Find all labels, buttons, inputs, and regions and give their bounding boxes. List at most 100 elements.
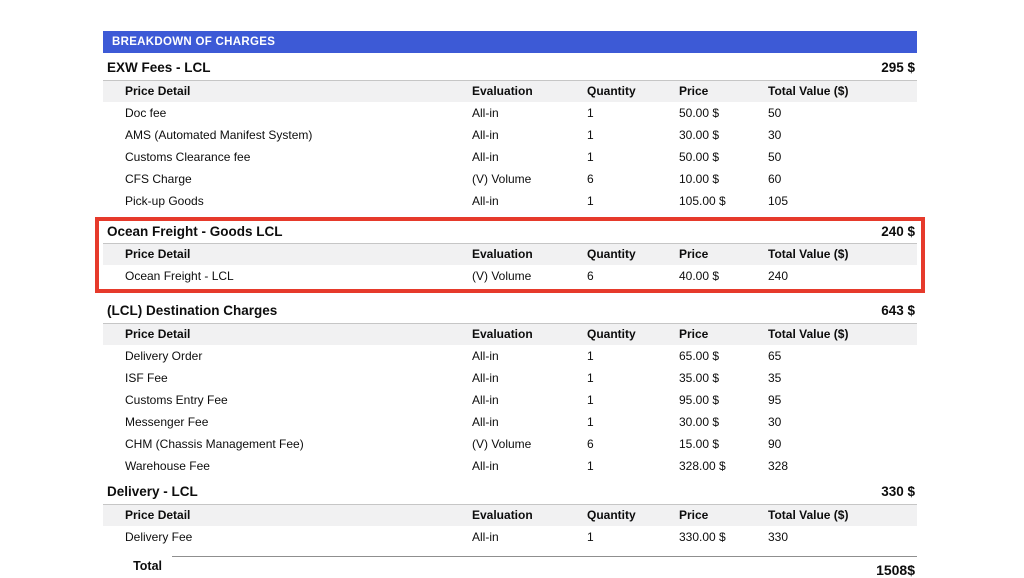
column-header-evaluation: Evaluation	[472, 81, 587, 102]
section-title: EXW Fees - LCL	[107, 60, 211, 75]
section-ocean-freight-goods-lcl: Ocean Freight - Goods LCL 240 $ Price De…	[103, 221, 917, 287]
column-header-row: Price Detail Evaluation Quantity Price T…	[103, 80, 917, 102]
cell-total-value: 240	[768, 265, 917, 287]
cell-evaluation: (V) Volume	[472, 433, 587, 455]
column-header-price: Price	[679, 244, 768, 265]
cell-price-detail: CFS Charge	[103, 168, 472, 190]
column-header-price: Price	[679, 505, 768, 526]
table-row: Warehouse Fee All-in 1 328.00 $ 328	[103, 455, 917, 477]
cell-quantity: 1	[587, 102, 679, 124]
cell-evaluation: All-in	[472, 367, 587, 389]
section-exw-fees-lcl: EXW Fees - LCL 295 $ Price Detail Evalua…	[103, 53, 917, 212]
column-header-quantity: Quantity	[587, 505, 679, 526]
cell-price: 40.00 $	[679, 265, 768, 287]
cell-total-value: 50	[768, 102, 917, 124]
cell-evaluation: All-in	[472, 411, 587, 433]
section-lcl-destination-charges: (LCL) Destination Charges 643 $ Price De…	[103, 296, 917, 477]
cell-evaluation: (V) Volume	[472, 265, 587, 287]
cell-evaluation: All-in	[472, 102, 587, 124]
cell-quantity: 1	[587, 455, 679, 477]
section-title-row: Ocean Freight - Goods LCL 240 $	[103, 221, 917, 243]
table-row: ISF Fee All-in 1 35.00 $ 35	[103, 367, 917, 389]
cell-quantity: 1	[587, 345, 679, 367]
cell-evaluation: All-in	[472, 146, 587, 168]
cell-price-detail: Doc fee	[103, 102, 472, 124]
grand-total-label: Total	[103, 556, 172, 578]
grand-total-rule: 1508$	[172, 556, 917, 578]
section-title: Ocean Freight - Goods LCL	[107, 224, 283, 239]
cell-price: 328.00 $	[679, 455, 768, 477]
table-row: Doc fee All-in 1 50.00 $ 50	[103, 102, 917, 124]
column-header-evaluation: Evaluation	[472, 324, 587, 345]
column-header-total-value: Total Value ($)	[768, 81, 917, 102]
column-header-price-detail: Price Detail	[103, 244, 472, 265]
cell-evaluation: All-in	[472, 190, 587, 212]
column-header-price: Price	[679, 81, 768, 102]
cell-total-value: 330	[768, 526, 917, 548]
section-title-row: Delivery - LCL 330 $	[103, 477, 917, 504]
section-title-row: EXW Fees - LCL 295 $	[103, 53, 917, 80]
cell-price: 35.00 $	[679, 367, 768, 389]
table-row: CHM (Chassis Management Fee) (V) Volume …	[103, 433, 917, 455]
cell-evaluation: All-in	[472, 455, 587, 477]
column-header-evaluation: Evaluation	[472, 244, 587, 265]
table-row: Pick-up Goods All-in 1 105.00 $ 105	[103, 190, 917, 212]
cell-evaluation: All-in	[472, 389, 587, 411]
grand-total-row: Total 1508$	[103, 556, 917, 578]
cell-total-value: 50	[768, 146, 917, 168]
column-header-row: Price Detail Evaluation Quantity Price T…	[103, 504, 917, 526]
table-row: Delivery Order All-in 1 65.00 $ 65	[103, 345, 917, 367]
cell-price-detail: Warehouse Fee	[103, 455, 472, 477]
cell-price-detail: Pick-up Goods	[103, 190, 472, 212]
section-subtotal: 240 $	[881, 224, 915, 239]
cell-price: 30.00 $	[679, 124, 768, 146]
section-title-row: (LCL) Destination Charges 643 $	[103, 296, 917, 323]
column-header-total-value: Total Value ($)	[768, 324, 917, 345]
cell-total-value: 35	[768, 367, 917, 389]
cell-price: 95.00 $	[679, 389, 768, 411]
table-row: Ocean Freight - LCL (V) Volume 6 40.00 $…	[103, 265, 917, 287]
table-row: Customs Clearance fee All-in 1 50.00 $ 5…	[103, 146, 917, 168]
cell-price: 105.00 $	[679, 190, 768, 212]
cell-price: 10.00 $	[679, 168, 768, 190]
cell-quantity: 1	[587, 367, 679, 389]
cell-quantity: 1	[587, 190, 679, 212]
cell-total-value: 105	[768, 190, 917, 212]
highlight-annotation-box: Ocean Freight - Goods LCL 240 $ Price De…	[95, 217, 925, 293]
column-header-row: Price Detail Evaluation Quantity Price T…	[103, 323, 917, 345]
column-header-total-value: Total Value ($)	[768, 244, 917, 265]
cell-price: 50.00 $	[679, 102, 768, 124]
cell-quantity: 1	[587, 146, 679, 168]
cell-evaluation: All-in	[472, 124, 587, 146]
cell-evaluation: (V) Volume	[472, 168, 587, 190]
section-title: Delivery - LCL	[107, 484, 198, 499]
column-header-price: Price	[679, 324, 768, 345]
cell-quantity: 1	[587, 389, 679, 411]
cell-price: 30.00 $	[679, 411, 768, 433]
column-header-evaluation: Evaluation	[472, 505, 587, 526]
cell-price-detail: Delivery Fee	[103, 526, 472, 548]
cell-price: 15.00 $	[679, 433, 768, 455]
cell-price-detail: Ocean Freight - LCL	[103, 265, 472, 287]
cell-price-detail: CHM (Chassis Management Fee)	[103, 433, 472, 455]
cell-total-value: 95	[768, 389, 917, 411]
cell-total-value: 328	[768, 455, 917, 477]
cell-total-value: 30	[768, 124, 917, 146]
column-header-price-detail: Price Detail	[103, 505, 472, 526]
section-title: (LCL) Destination Charges	[107, 303, 277, 318]
cell-quantity: 6	[587, 433, 679, 455]
section-delivery-lcl: Delivery - LCL 330 $ Price Detail Evalua…	[103, 477, 917, 548]
column-header-row: Price Detail Evaluation Quantity Price T…	[103, 243, 917, 265]
table-row: AMS (Automated Manifest System) All-in 1…	[103, 124, 917, 146]
table-row: CFS Charge (V) Volume 6 10.00 $ 60	[103, 168, 917, 190]
cell-quantity: 6	[587, 265, 679, 287]
cell-evaluation: All-in	[472, 345, 587, 367]
cell-quantity: 1	[587, 526, 679, 548]
column-header-quantity: Quantity	[587, 81, 679, 102]
column-header-price-detail: Price Detail	[103, 81, 472, 102]
cell-evaluation: All-in	[472, 526, 587, 548]
column-header-quantity: Quantity	[587, 324, 679, 345]
cell-price-detail: ISF Fee	[103, 367, 472, 389]
cell-price-detail: Customs Clearance fee	[103, 146, 472, 168]
column-header-total-value: Total Value ($)	[768, 505, 917, 526]
